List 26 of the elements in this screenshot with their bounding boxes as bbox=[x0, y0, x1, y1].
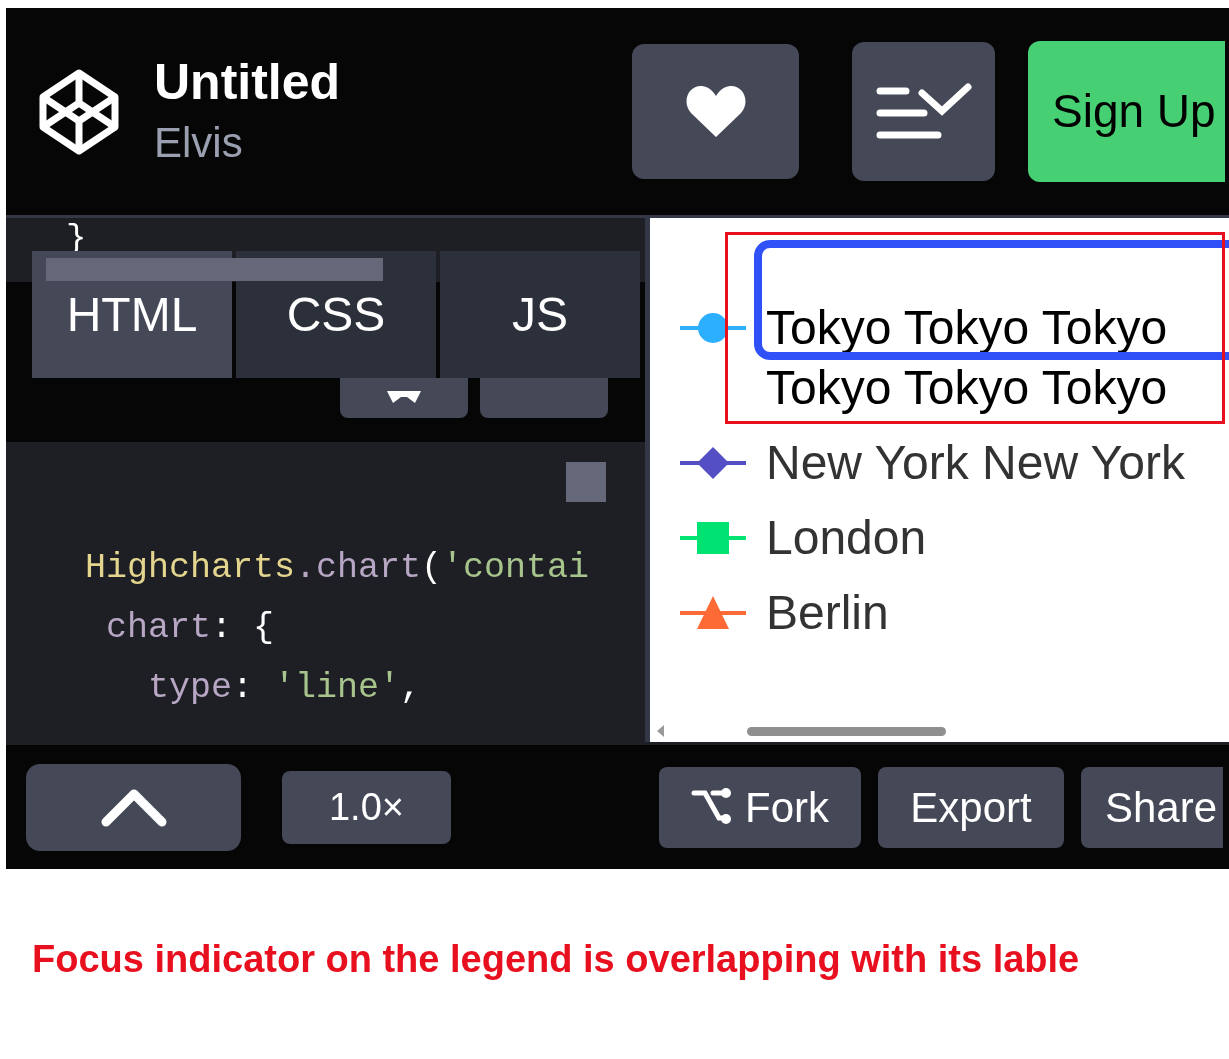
collapse-button[interactable] bbox=[26, 763, 241, 851]
scroll-left-icon bbox=[656, 724, 666, 738]
export-button[interactable]: Export bbox=[878, 766, 1064, 848]
partial-icon bbox=[387, 391, 421, 405]
sign-up-button[interactable]: Sign Up bbox=[1028, 41, 1225, 182]
view-menu-button[interactable] bbox=[852, 42, 995, 181]
legend-item[interactable]: London bbox=[766, 508, 927, 568]
editor-tab[interactable]: JS bbox=[440, 251, 640, 378]
pen-title: Untitled bbox=[154, 54, 342, 110]
code-line: type: 'line', bbox=[147, 667, 423, 710]
heart-icon bbox=[684, 84, 747, 139]
fork-button[interactable]: Fork bbox=[659, 766, 861, 848]
branch-icon bbox=[691, 788, 733, 826]
legend-item[interactable]: New York New York bbox=[766, 433, 1185, 493]
annotation-caption: Focus indicator on the legend is overlapping with its lable bbox=[31, 937, 1081, 982]
legend-item[interactable]: Tokyo Tokyo Tokyo Tokyo Tokyo Tokyo bbox=[766, 298, 1168, 418]
code-line: chart: { bbox=[105, 607, 276, 650]
share-button[interactable]: Share bbox=[1081, 766, 1223, 848]
author-name: Elvis bbox=[154, 117, 244, 168]
chevron-up-icon bbox=[100, 787, 167, 827]
zoom-button[interactable]: 1.0× bbox=[282, 770, 451, 844]
like-button[interactable] bbox=[632, 44, 799, 179]
legend-item[interactable]: Berlin bbox=[766, 583, 889, 643]
code-line: Highcharts.chart('contai bbox=[85, 547, 591, 590]
minimap-thumb bbox=[566, 462, 606, 502]
tool-button[interactable] bbox=[340, 378, 468, 418]
